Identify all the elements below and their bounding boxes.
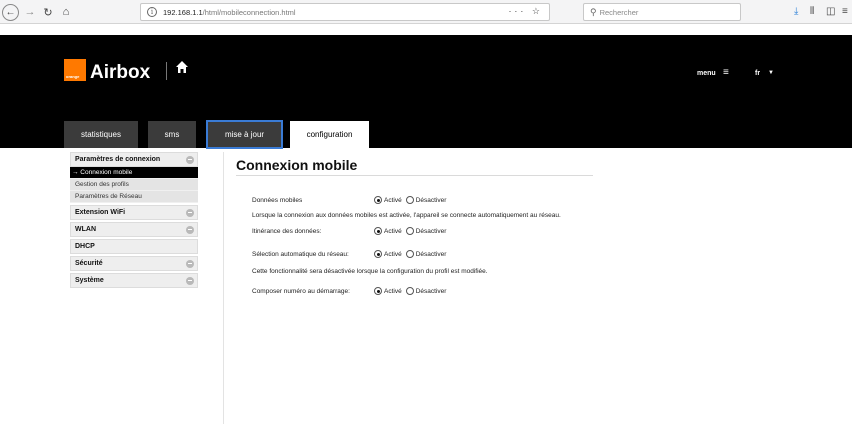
- content-divider: [223, 152, 224, 424]
- radio-label-active: Activé: [384, 287, 402, 295]
- radio-label-active: Activé: [384, 196, 402, 204]
- radio-disable[interactable]: [405, 227, 414, 235]
- setting-label: Données mobiles: [252, 197, 303, 204]
- tab-statistiques[interactable]: statistiques: [64, 121, 138, 148]
- radio-active[interactable]: [374, 227, 382, 235]
- sidebar-subitem-connexion-mobile[interactable]: → Connexion mobile: [70, 167, 198, 179]
- expand-icon[interactable]: [186, 226, 194, 234]
- radio-active[interactable]: [374, 196, 382, 204]
- house-icon[interactable]: [175, 60, 189, 74]
- sidebar-item-label: Sécurité: [75, 260, 103, 267]
- download-icon[interactable]: ⤓: [794, 6, 798, 17]
- radio-active[interactable]: [374, 250, 382, 258]
- note-data-connection: Lorsque la connexion aux données mobiles…: [252, 212, 561, 219]
- sidebar-item-label: Système: [75, 277, 104, 284]
- radio-label-disable: Désactiver: [415, 287, 447, 295]
- library-icon[interactable]: ⫴: [810, 6, 814, 17]
- radio-label-active: Activé: [384, 250, 402, 258]
- radio-active[interactable]: [374, 287, 382, 295]
- browser-toolbar: ← → ↻ ⌂ i 192.168.1.1/html/mobileconnect…: [0, 0, 852, 24]
- expand-icon[interactable]: [186, 209, 194, 217]
- search-placeholder: Rechercher: [599, 7, 639, 17]
- sidebar-item-extension-wifi[interactable]: Extension WiFi: [70, 205, 198, 220]
- back-arrow-icon[interactable]: ←: [2, 4, 19, 21]
- expand-icon[interactable]: [186, 277, 194, 285]
- url-path: /html/mobileconnection.html: [202, 7, 296, 17]
- sidebar-item-dhcp[interactable]: DHCP: [70, 239, 198, 254]
- radio-group: Activé Désactiver: [374, 196, 450, 204]
- title-rule: [236, 175, 593, 176]
- radio-group: Activé Désactiver: [374, 227, 450, 235]
- sidebar-subitem-gestion-profils[interactable]: Gestion des profils: [70, 179, 198, 191]
- sidebar-subitem-parametres-reseau[interactable]: Paramètres de Réseau: [70, 191, 198, 203]
- logo-badge-text: orange: [66, 74, 80, 79]
- sidebar: Paramètres de connexion → Connexion mobi…: [70, 152, 198, 290]
- info-icon[interactable]: i: [147, 7, 157, 17]
- hamburger-menu-icon[interactable]: ≡: [842, 6, 848, 17]
- setting-label: Itinérance des données:: [252, 228, 322, 235]
- tab-mise-a-jour[interactable]: mise à jour: [206, 120, 283, 149]
- page-title: Connexion mobile: [236, 157, 358, 173]
- radio-label-active: Activé: [384, 227, 402, 235]
- expand-icon[interactable]: [186, 260, 194, 268]
- header-divider: [166, 62, 167, 80]
- tab-configuration[interactable]: configuration: [290, 121, 369, 148]
- collapse-icon[interactable]: [186, 156, 194, 164]
- note-profile-config: Cette fonctionnalité sera désactivée lor…: [252, 268, 488, 275]
- menu-icon[interactable]: ≡: [723, 67, 729, 78]
- language-select[interactable]: fr: [755, 70, 760, 77]
- search-input[interactable]: ⚲ Rechercher: [583, 3, 741, 21]
- radio-label-disable: Désactiver: [415, 196, 447, 204]
- setting-label: Composer numéro au démarrage:: [252, 288, 350, 295]
- radio-group: Activé Désactiver: [374, 250, 450, 258]
- sidebar-item-label: Extension WiFi: [75, 209, 126, 216]
- address-bar[interactable]: i 192.168.1.1/html/mobileconnection.html…: [140, 3, 550, 21]
- radio-disable[interactable]: [405, 196, 414, 204]
- sidebar-item-wlan[interactable]: WLAN: [70, 222, 198, 237]
- caret-down-icon[interactable]: ▼: [768, 70, 774, 76]
- radio-group: Activé Désactiver: [374, 287, 450, 295]
- sidebar-item-systeme[interactable]: Système: [70, 273, 198, 288]
- sidebar-item-securite[interactable]: Sécurité: [70, 256, 198, 271]
- sidebar-icon[interactable]: ◫: [826, 6, 835, 17]
- page-actions[interactable]: ··· ☆: [508, 6, 543, 17]
- radio-label-disable: Désactiver: [415, 227, 447, 235]
- radio-disable[interactable]: [405, 287, 414, 295]
- search-icon: ⚲: [590, 6, 597, 17]
- sidebar-item-label: Paramètres de connexion: [75, 156, 161, 163]
- url-text: 192.168.1.1/html/mobileconnection.html: [163, 8, 296, 17]
- reload-icon[interactable]: ↻: [40, 4, 56, 20]
- home-icon[interactable]: ⌂: [58, 4, 74, 20]
- orange-logo[interactable]: orange: [64, 59, 86, 81]
- setting-label: Sélection automatique du réseau:: [252, 251, 349, 258]
- tab-sms[interactable]: sms: [148, 121, 196, 148]
- sidebar-item-label: WLAN: [75, 226, 96, 233]
- sidebar-submenu: → Connexion mobile Gestion des profils P…: [70, 167, 198, 203]
- forward-arrow-icon[interactable]: →: [22, 4, 38, 20]
- airbox-title: Airbox: [90, 62, 151, 83]
- radio-disable[interactable]: [405, 250, 414, 258]
- sidebar-item-parametres-connexion[interactable]: Paramètres de connexion: [70, 152, 198, 167]
- menu-label[interactable]: menu: [697, 70, 716, 77]
- radio-label-disable: Désactiver: [415, 250, 447, 258]
- url-host: 192.168.1.1: [163, 7, 203, 17]
- sidebar-item-label: DHCP: [75, 243, 95, 250]
